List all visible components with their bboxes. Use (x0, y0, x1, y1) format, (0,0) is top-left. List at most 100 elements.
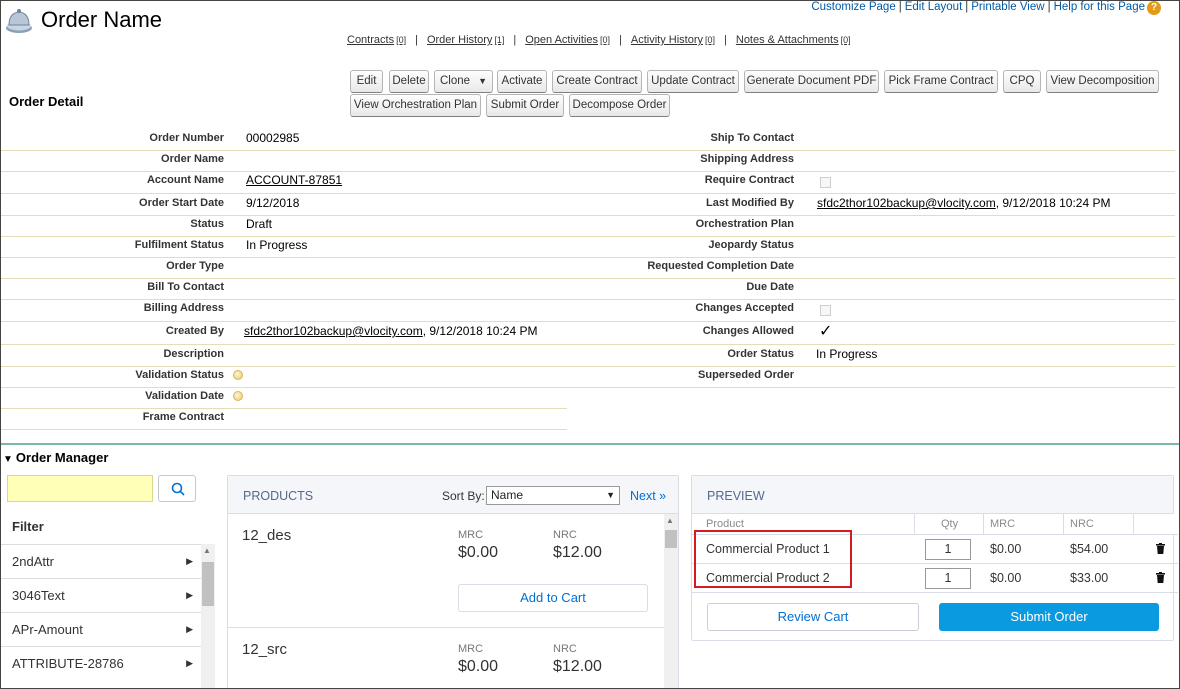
products-scrollbar[interactable]: ▲ (664, 514, 678, 688)
products-title: PRODUCTS (243, 489, 314, 503)
preview-header: PREVIEW (692, 476, 1173, 514)
search-input[interactable] (7, 475, 153, 502)
field-value: sfdc2thor102backup@vlocity.com, 9/12/201… (244, 324, 537, 338)
field-value: 9/12/2018 (246, 196, 300, 210)
activity-history-link[interactable]: Activity History (631, 34, 703, 46)
notes-attachments-link[interactable]: Notes & Attachments (736, 34, 839, 46)
field-label: Jeopardy Status (708, 239, 794, 251)
account-link[interactable]: ACCOUNT-87851 (246, 173, 342, 187)
filter-title: Filter (12, 519, 44, 534)
triangle-down-icon: ▼ (3, 454, 13, 465)
section-title: Order Detail (9, 94, 84, 109)
scroll-up-icon[interactable]: ▲ (203, 546, 211, 555)
field-label: Last Modified By (705, 197, 794, 209)
preview-title: PREVIEW (707, 489, 765, 503)
field-label: Requested Completion Date (647, 260, 794, 272)
products-panel: PRODUCTS Sort By: Name ▼ Next » 12_des MR… (227, 475, 679, 688)
field-label: Order Type (166, 260, 224, 272)
checkmark-icon: ✓ (819, 323, 833, 340)
mrc-cell: $0.00 (990, 571, 1022, 585)
submit-order-button[interactable]: Submit Order (486, 94, 564, 117)
scrollbar-thumb[interactable] (665, 530, 677, 548)
mrc-cell: $0.00 (990, 542, 1022, 556)
sort-select[interactable]: Name ▼ (486, 486, 620, 505)
field-label: Status (190, 218, 224, 230)
caret-right-icon: ▶ (186, 658, 193, 668)
field-label: Due Date (746, 281, 794, 293)
pick-frame-contract-button[interactable]: Pick Frame Contract (884, 70, 998, 93)
nrc-cell: $54.00 (1070, 542, 1109, 556)
field-value: 00002985 (246, 131, 300, 145)
filter-item[interactable]: 3046Text ▶ (1, 578, 201, 612)
filter-scrollbar[interactable]: ▲ (201, 544, 215, 688)
column-header: Qty (941, 518, 959, 530)
filter-item[interactable]: ATTRIBUTE-28786 ▶ (1, 646, 201, 680)
trash-icon[interactable] (1156, 572, 1165, 583)
scroll-up-icon[interactable]: ▲ (666, 516, 674, 525)
order-history-link[interactable]: Order History (427, 34, 492, 46)
modified-date: , 9/12/2018 10:24 PM (995, 196, 1111, 210)
next-page-link[interactable]: Next » (630, 489, 666, 503)
row-divider (1, 150, 1175, 151)
add-to-cart-button[interactable]: Add to Cart (458, 584, 648, 612)
customize-page-link[interactable]: Customize Page (811, 1, 895, 13)
filter-item[interactable]: APr-Amount ▶ (1, 612, 201, 646)
field-label: Require Contract (704, 174, 794, 186)
view-orchestration-plan-button[interactable]: View Orchestration Plan (350, 94, 481, 117)
checkbox (820, 177, 831, 188)
created-date: , 9/12/2018 10:24 PM (422, 324, 538, 338)
generate-document-pdf-button[interactable]: Generate Document PDF (744, 70, 879, 93)
printable-view-link[interactable]: Printable View (971, 1, 1044, 13)
search-icon (171, 482, 185, 496)
field-label: Order Start Date (139, 197, 224, 209)
review-cart-button[interactable]: Review Cart (707, 603, 919, 631)
field-label: Bill To Contact (147, 281, 224, 293)
product-name: 12_src (242, 641, 288, 658)
field-label: Order Name (161, 153, 224, 165)
nrc-value: $12.00 (553, 544, 602, 561)
trash-icon[interactable] (1156, 543, 1165, 554)
info-icon[interactable] (233, 370, 243, 380)
update-contract-button[interactable]: Update Contract (647, 70, 739, 93)
order-manager-toggle[interactable]: ▼ Order Manager (3, 450, 108, 465)
filter-item[interactable]: 2ndAttr ▶ (1, 544, 201, 578)
app-window: Order Name Customize Page | Edit Layout | Pr… (0, 0, 1180, 689)
field-value: ACCOUNT-87851 (246, 173, 342, 187)
open-activities-link[interactable]: Open Activities (525, 34, 598, 46)
view-decomposition-button[interactable]: View Decomposition (1046, 70, 1159, 93)
clone-button[interactable]: Clone ▼ (434, 70, 493, 93)
search-button[interactable] (158, 475, 196, 502)
column-header: NRC (1070, 518, 1094, 530)
created-by-user-link[interactable]: sfdc2thor102backup@vlocity.com (244, 324, 423, 338)
delete-button[interactable]: Delete (389, 70, 429, 93)
row-divider (1, 429, 567, 430)
product-card: 12_des MRC $0.00 NRC $12.00 Add to Cart (228, 514, 664, 628)
last-modified-user-link[interactable]: sfdc2thor102backup@vlocity.com (817, 196, 996, 210)
field-label: Account Name (146, 174, 224, 186)
decompose-order-button[interactable]: Decompose Order (569, 94, 670, 117)
row-divider (1, 257, 1175, 258)
scrollbar-thumb[interactable] (202, 562, 214, 606)
help-link[interactable]: Help for this Page (1054, 1, 1145, 13)
edit-layout-link[interactable]: Edit Layout (905, 1, 963, 13)
quantity-input[interactable]: 1 (925, 539, 971, 560)
caret-right-icon: ▶ (186, 556, 193, 566)
caret-right-icon: ▶ (186, 590, 193, 600)
activate-button[interactable]: Activate (497, 70, 547, 93)
submit-order-cart-button[interactable]: Submit Order (939, 603, 1159, 631)
row-divider (1, 321, 1175, 322)
row-divider (1, 387, 1175, 388)
contracts-link[interactable]: Contracts (347, 34, 394, 46)
help-icon[interactable]: ? (1147, 1, 1161, 15)
info-icon[interactable] (233, 391, 243, 401)
products-header: PRODUCTS Sort By: Name ▼ Next » (228, 476, 678, 514)
nrc-value: $12.00 (553, 658, 602, 675)
field-value: In Progress (816, 347, 878, 361)
edit-button[interactable]: Edit (350, 70, 383, 93)
quantity-input[interactable]: 1 (925, 568, 971, 589)
create-contract-button[interactable]: Create Contract (552, 70, 642, 93)
field-label: Validation Status (135, 369, 224, 381)
cpq-button[interactable]: CPQ (1003, 70, 1041, 93)
mrc-label: MRC (458, 529, 484, 541)
nrc-label: NRC (553, 529, 577, 541)
